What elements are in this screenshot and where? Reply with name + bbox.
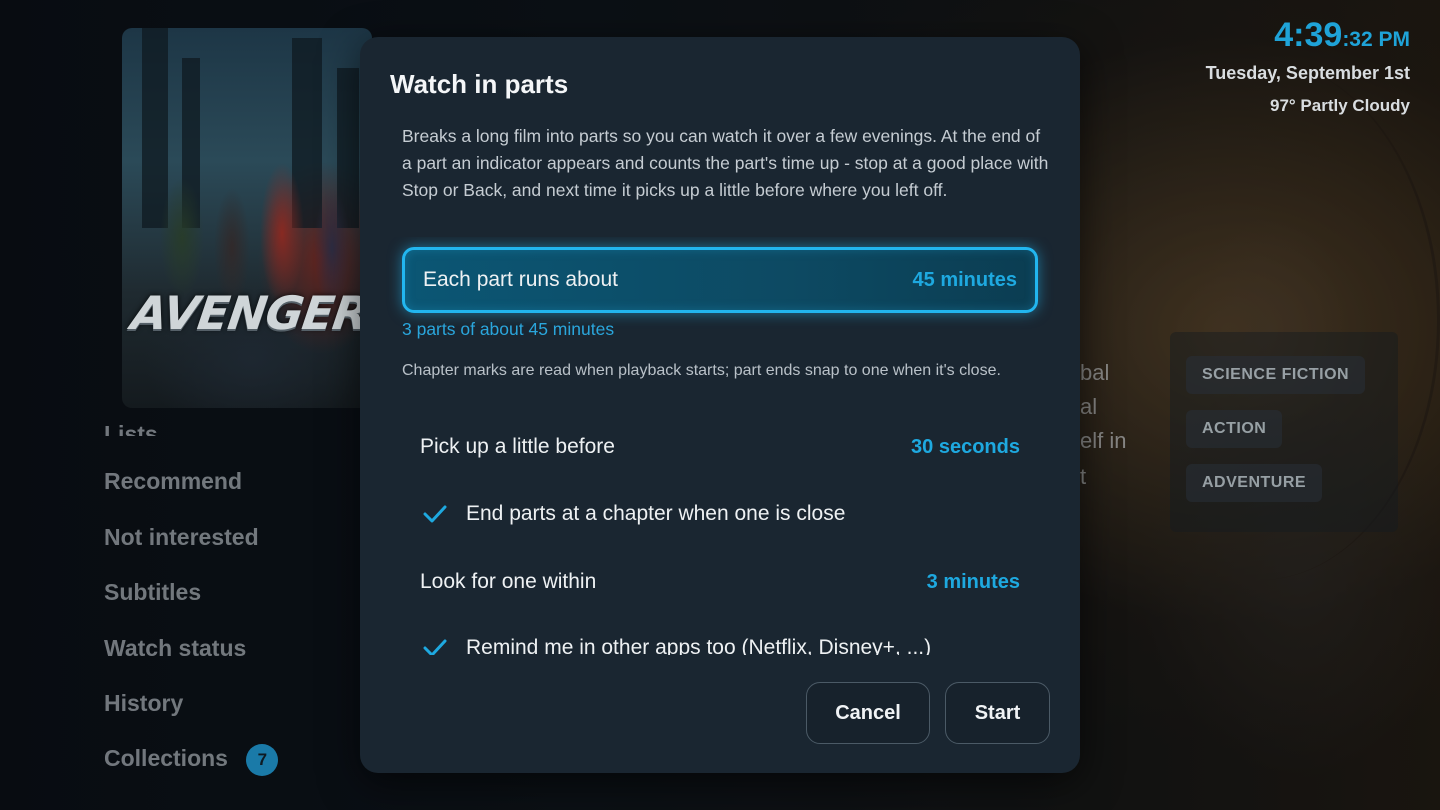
clock-seconds: :32 PM <box>1342 28 1410 51</box>
genre-chip-adventure[interactable]: ADVENTURE <box>1186 464 1323 502</box>
pickup-label: Pick up a little before <box>420 435 615 458</box>
pickup-row[interactable]: Pick up a little before 30 seconds <box>402 414 1038 480</box>
part-length-row[interactable]: Each part runs about 45 minutes <box>402 247 1038 313</box>
dialog-title: Watch in parts <box>390 69 569 99</box>
synopsis-line: elf in <box>1080 428 1127 453</box>
side-item-not-interested[interactable]: Not interested <box>104 524 259 551</box>
synopsis-line: t <box>1080 464 1087 489</box>
side-item-lists[interactable]: Lists <box>104 414 158 436</box>
synopsis-line: bal <box>1080 360 1110 385</box>
checkmark-icon <box>423 505 447 523</box>
side-item-watch-status[interactable]: Watch status <box>104 635 246 662</box>
side-item-label: History <box>104 690 184 716</box>
part-length-value: 45 minutes <box>912 268 1017 291</box>
side-item-label: Subtitles <box>104 579 202 605</box>
remind-other-apps-label: Remind me in other apps too (Netflix, Di… <box>466 636 932 655</box>
side-item-collections[interactable]: Collections 7 <box>104 744 279 776</box>
look-within-label: Look for one within <box>420 570 597 593</box>
parts-summary: 3 parts of about 45 minutes <box>402 319 615 339</box>
end-at-chapter-toggle[interactable]: End parts at a chapter when one is close <box>420 487 1038 541</box>
synopsis-fragment: bal al elf in t <box>1080 356 1126 494</box>
collections-count-badge: 7 <box>246 744 279 776</box>
side-item-label: Collections <box>104 745 228 772</box>
side-item-label: Not interested <box>104 524 259 550</box>
dialog-intro-text: Breaks a long film into parts so you can… <box>402 126 1049 200</box>
look-within-value: 3 minutes <box>926 570 1020 593</box>
clock-date: Tuesday, September 1st <box>1205 63 1410 83</box>
part-length-label: Each part runs about <box>423 268 618 291</box>
watch-in-parts-dialog: Watch in parts Breaks a long film into p… <box>360 37 1080 773</box>
genre-chip-science-fiction[interactable]: SCIENCE FICTION <box>1186 356 1366 394</box>
poster-logo: AVENGERS <box>128 286 372 340</box>
side-item-label: Lists <box>104 421 158 436</box>
pickup-value: 30 seconds <box>911 435 1020 458</box>
look-within-row[interactable]: Look for one within 3 minutes <box>402 549 1038 615</box>
side-item-history[interactable]: History <box>104 690 183 717</box>
movie-poster: AVENGERS <box>122 28 372 408</box>
end-at-chapter-label: End parts at a chapter when one is close <box>466 502 846 525</box>
clock-widget: 4:39:32 PM Tuesday, September 1st 97° Pa… <box>1206 16 1410 116</box>
clock-time: 4:39:32 PM <box>1206 16 1410 55</box>
genre-chip-action[interactable]: ACTION <box>1186 410 1283 448</box>
start-button[interactable]: Start <box>945 682 1050 744</box>
side-item-label: Watch status <box>104 635 247 661</box>
remind-other-apps-toggle[interactable]: Remind me in other apps too (Netflix, Di… <box>420 621 1038 655</box>
cancel-button[interactable]: Cancel <box>806 682 930 744</box>
synopsis-line: al <box>1080 394 1098 419</box>
checkmark-icon <box>423 639 447 655</box>
side-item-recommend[interactable]: Recommend <box>104 468 242 495</box>
clock-hours-minutes: 4:39 <box>1274 16 1343 54</box>
dialog-options-list[interactable]: Each part runs about 45 minutes 3 parts … <box>360 237 1080 655</box>
side-item-label: Recommend <box>104 468 243 494</box>
chapter-hint: Chapter marks are read when playback sta… <box>402 362 1001 379</box>
clock-weather: 97° Partly Cloudy <box>1269 96 1410 115</box>
side-item-subtitles[interactable]: Subtitles <box>104 579 201 606</box>
